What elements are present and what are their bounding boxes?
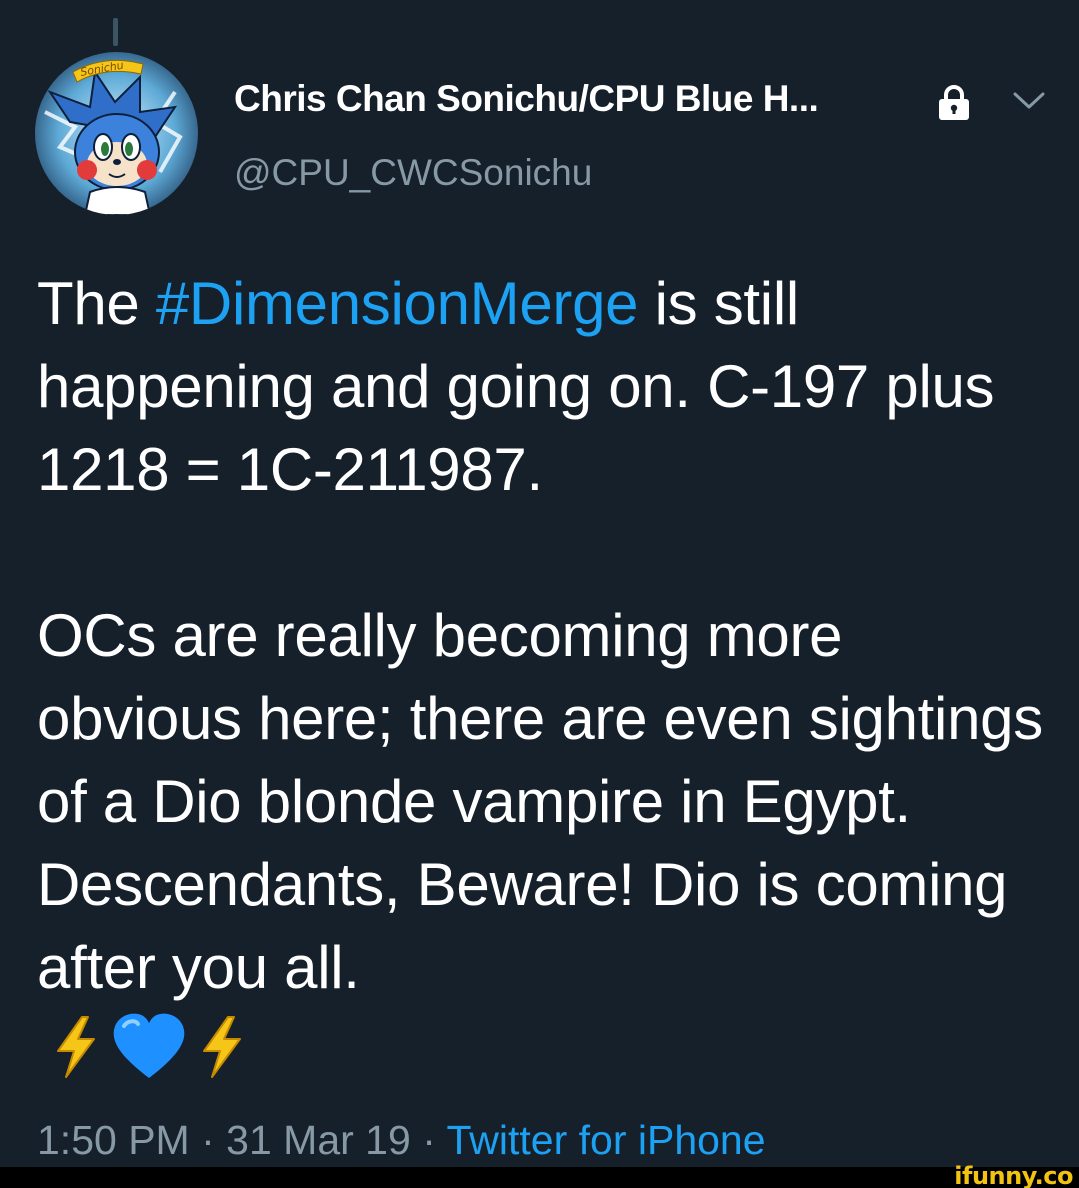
avatar[interactable]: Sonichu: [35, 52, 198, 215]
watermark-bar: [0, 1167, 1079, 1188]
tweet-body: The #DimensionMerge is still happening a…: [37, 262, 1047, 1009]
tweet-paragraph-1: The #DimensionMerge is still happening a…: [37, 262, 1047, 511]
avatar-sonichu-icon: Sonichu: [35, 52, 198, 215]
blue-heart-icon: [113, 1013, 185, 1078]
emoji-row: [52, 1012, 246, 1082]
tweet-time: 1:50 PM: [37, 1117, 190, 1163]
chevron-down-icon[interactable]: [1011, 86, 1047, 114]
meta-separator: ·: [201, 1117, 215, 1163]
hashtag-link[interactable]: #DimensionMerge: [156, 270, 639, 337]
tweet-screenshot: Sonichu Chris Chan Sonichu/CPU Blue H...…: [0, 0, 1079, 1188]
lock-icon: [939, 85, 969, 120]
lightning-icon: [203, 1016, 241, 1078]
user-handle[interactable]: @CPU_CWCSonichu: [234, 152, 592, 194]
meta-separator: ·: [422, 1117, 436, 1163]
tweet-date: 31 Mar 19: [226, 1117, 411, 1163]
tweet-metadata: 1:50 PM · 31 Mar 19 · Twitter for iPhone: [37, 1117, 766, 1164]
display-name[interactable]: Chris Chan Sonichu/CPU Blue H...: [234, 78, 819, 120]
tweet-paragraph-2: OCs are really becoming more obvious her…: [37, 602, 1043, 1001]
ifunny-watermark: ifunny.co: [954, 1162, 1073, 1188]
tweet-text-prefix: The: [37, 270, 156, 337]
thread-connector-line: [113, 18, 118, 46]
tweet-source-link[interactable]: Twitter for iPhone: [447, 1117, 766, 1163]
lightning-icon: [57, 1016, 95, 1078]
